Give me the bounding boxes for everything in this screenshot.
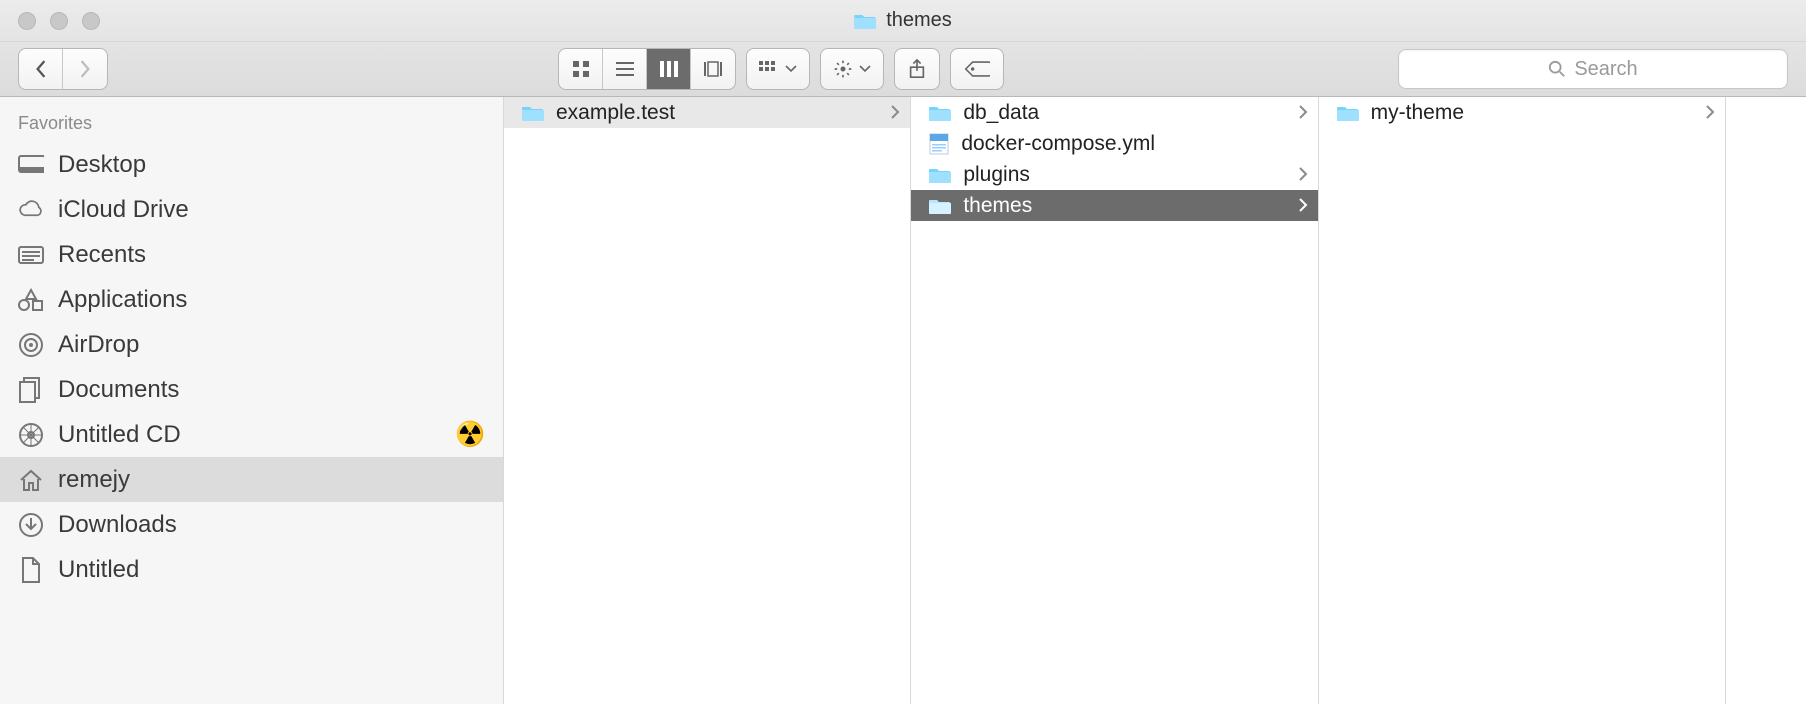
arrange-button[interactable] — [747, 49, 809, 89]
yaml-icon — [929, 133, 949, 155]
cloud-icon — [18, 200, 44, 220]
folder-icon — [929, 104, 951, 122]
file-row[interactable]: my-theme — [1319, 97, 1725, 128]
traffic-lights — [18, 12, 100, 30]
column-view-button[interactable] — [647, 49, 691, 89]
file-label: themes — [963, 194, 1032, 218]
chevron-right-icon — [1298, 101, 1308, 125]
column-2[interactable]: my-theme — [1319, 97, 1726, 704]
recents-icon — [18, 244, 44, 266]
icon-view-button[interactable] — [559, 49, 603, 89]
file-row[interactable]: example.test — [504, 97, 910, 128]
content-area: Favorites Desktop iCloud Drive Recents A… — [0, 97, 1806, 704]
tags-button[interactable] — [951, 49, 1003, 89]
downloads-icon — [18, 512, 44, 538]
chevron-right-icon — [1298, 163, 1308, 187]
chevron-right-icon — [890, 101, 900, 125]
back-button[interactable] — [19, 49, 63, 89]
folder-icon — [854, 12, 876, 30]
search-placeholder: Search — [1574, 58, 1637, 81]
folder-icon — [522, 104, 544, 122]
home-icon — [18, 468, 44, 492]
sidebar-item-applications[interactable]: Applications — [0, 277, 503, 322]
sidebar-item-label: iCloud Drive — [58, 196, 189, 224]
forward-button[interactable] — [63, 49, 107, 89]
folder-icon — [929, 166, 951, 184]
sidebar-item-icloud-drive[interactable]: iCloud Drive — [0, 187, 503, 232]
documents-icon — [18, 377, 44, 403]
sidebar-item-remejy[interactable]: remejy — [0, 457, 503, 502]
gallery-view-button[interactable] — [691, 49, 735, 89]
sidebar-item-label: AirDrop — [58, 331, 139, 359]
window-title-text: themes — [886, 9, 952, 32]
file-label: docker-compose.yml — [961, 132, 1155, 156]
file-row[interactable]: docker-compose.yml — [911, 128, 1317, 159]
minimize-icon[interactable] — [50, 12, 68, 30]
action-button[interactable] — [821, 49, 883, 89]
column-1[interactable]: db_data docker-compose.yml plugins theme… — [911, 97, 1318, 704]
file-label: my-theme — [1371, 101, 1464, 125]
file-label: example.test — [556, 101, 675, 125]
close-icon[interactable] — [18, 12, 36, 30]
sidebar-item-untitled[interactable]: Untitled — [0, 547, 503, 592]
sidebar-item-desktop[interactable]: Desktop — [0, 142, 503, 187]
sidebar-item-downloads[interactable]: Downloads — [0, 502, 503, 547]
file-row[interactable]: plugins — [911, 159, 1317, 190]
action-button-group — [820, 48, 884, 90]
chevron-right-icon — [1298, 194, 1308, 218]
search-input[interactable]: Search — [1398, 49, 1788, 89]
sidebar-item-documents[interactable]: Documents — [0, 367, 503, 412]
file-row[interactable]: themes — [911, 190, 1317, 221]
sidebar-item-untitled-cd[interactable]: Untitled CD ☢️ — [0, 412, 503, 457]
tags-button-group — [950, 48, 1004, 90]
share-button[interactable] — [895, 49, 939, 89]
file-icon — [18, 557, 44, 583]
window-title: themes — [854, 9, 952, 32]
nav-buttons — [18, 48, 108, 90]
folder-icon — [929, 197, 951, 215]
sidebar-item-label: Recents — [58, 241, 146, 269]
column-preview — [1726, 97, 1806, 704]
titlebar: themes — [0, 0, 1806, 42]
sidebar-item-label: Applications — [58, 286, 187, 314]
sidebar-item-label: Desktop — [58, 151, 146, 179]
apps-icon — [18, 288, 44, 312]
sidebar-item-airdrop[interactable]: AirDrop — [0, 322, 503, 367]
sidebar-item-label: Untitled CD — [58, 421, 181, 449]
file-label: plugins — [963, 163, 1030, 187]
search-icon — [1548, 60, 1566, 78]
arrange-button-group — [746, 48, 810, 90]
sidebar: Favorites Desktop iCloud Drive Recents A… — [0, 97, 504, 704]
list-view-button[interactable] — [603, 49, 647, 89]
sidebar-item-label: Untitled — [58, 556, 139, 584]
chevron-right-icon — [1705, 101, 1715, 125]
view-switcher — [558, 48, 736, 90]
sidebar-header: Favorites — [0, 109, 503, 142]
folder-icon — [1337, 104, 1359, 122]
airdrop-icon — [18, 332, 44, 358]
toolbar: Search — [0, 42, 1806, 97]
share-button-group — [894, 48, 940, 90]
file-label: db_data — [963, 101, 1039, 125]
desktop-icon — [18, 154, 44, 176]
sidebar-item-label: remejy — [58, 466, 130, 494]
burn-icon[interactable]: ☢️ — [455, 420, 485, 449]
sidebar-item-recents[interactable]: Recents — [0, 232, 503, 277]
sidebar-item-label: Documents — [58, 376, 179, 404]
file-row[interactable]: db_data — [911, 97, 1317, 128]
zoom-icon[interactable] — [82, 12, 100, 30]
sidebar-item-label: Downloads — [58, 511, 177, 539]
cd-icon — [18, 422, 44, 448]
column-0[interactable]: example.test — [504, 97, 911, 704]
